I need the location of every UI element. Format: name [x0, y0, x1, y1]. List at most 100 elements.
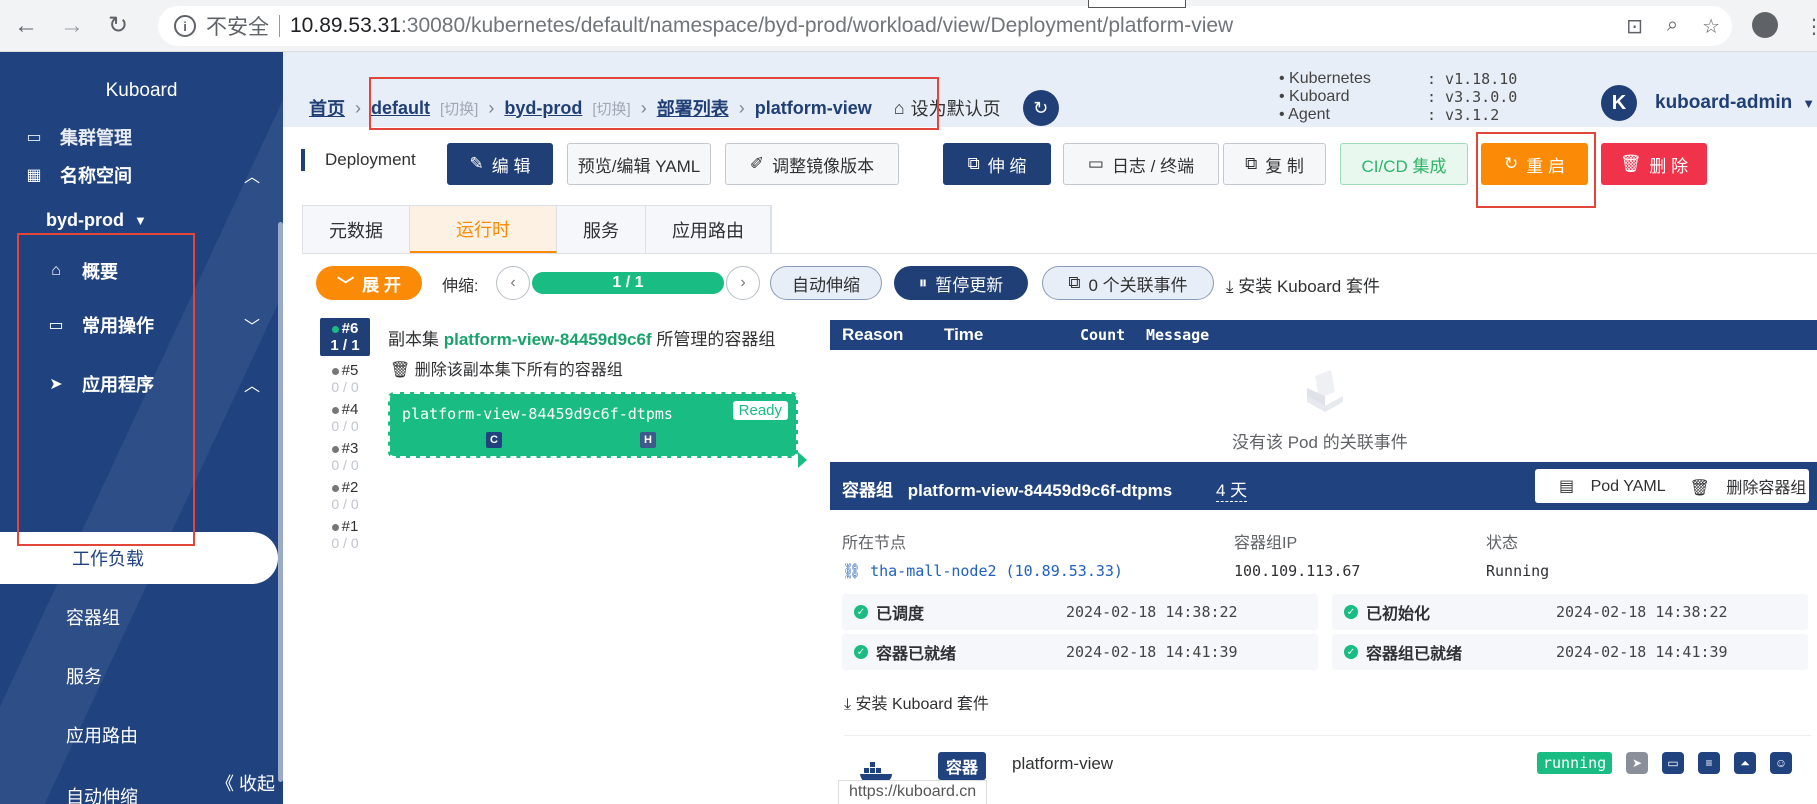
sidebar: Kuboard ▭ 集群管理 ▦ 名称空间 ︿ byd-prod ▼ ⌂ 概要 … [0, 52, 283, 804]
column-count: Count [1080, 326, 1126, 344]
breadcrumb-cluster[interactable]: default [371, 98, 430, 119]
profile-icon[interactable] [1752, 12, 1778, 38]
delete-replicaset-pods-link[interactable]: 🗑 删除该副本集下所有的容器组 [390, 356, 623, 380]
resource-kind: Deployment [301, 149, 416, 171]
user-menu[interactable]: K kuboard-admin ▼ [1601, 85, 1815, 121]
sidebar-scrollbar[interactable] [278, 222, 283, 782]
sidebar-item-common-ops[interactable]: ▭ 常用操作 ﹀ [46, 312, 260, 338]
decrease-replicas-button[interactable]: ‹ [496, 266, 530, 300]
runtime-controls: ﹀ 展 开 伸缩: ‹ 1 / 1 › 自动伸缩 ⏸ 暂停更新 ⧉ 0 个关联事件 ⤓… [302, 262, 1817, 304]
health-badge[interactable]: H [640, 432, 656, 448]
adjust-image-button[interactable]: ✐ 调整镜像版本 [725, 143, 899, 185]
zoom-icon[interactable]: ⌕ [1667, 14, 1678, 39]
breadcrumb-separator-icon: › [488, 97, 495, 118]
sidebar-item-cluster-mgmt[interactable]: ▭ 集群管理 [24, 124, 132, 150]
sidebar-item-label: 常用操作 [82, 316, 154, 336]
terminal-icon[interactable]: ▭ [1662, 752, 1684, 774]
revision-item[interactable]: #3 0 / 0 [320, 441, 370, 474]
tab-metadata[interactable]: 元数据 [303, 206, 410, 253]
version-value: : v3.1.2 [1427, 106, 1500, 124]
revision-item[interactable]: #4 0 / 0 [320, 402, 370, 435]
column-reason: Reason [842, 325, 904, 344]
sidebar-section-namespace[interactable]: ▦ 名称空间 ︿ [24, 162, 260, 188]
detail-tabs: 元数据 运行时 服务 应用路由 [302, 205, 772, 254]
container-badge[interactable]: C [486, 432, 502, 448]
restart-button[interactable]: ↻ 重 启 [1481, 143, 1588, 185]
refresh-icon[interactable]: ↻ [1022, 90, 1059, 126]
status-bar-url: https://kuboard.cn [838, 780, 988, 804]
address-bar[interactable]: i 不安全 10.89.53.31:30080/kubernetes/defau… [158, 6, 1732, 46]
revision-label: #2 [320, 480, 370, 496]
revision-item[interactable]: #1 0 / 0 [320, 519, 370, 552]
sidebar-item-autoscale[interactable]: 自动伸缩 [66, 783, 138, 804]
tab-runtime[interactable]: 运行时 [410, 206, 557, 253]
security-icon[interactable]: ☺ [1770, 752, 1792, 774]
sidebar-collapse-button[interactable]: 《 收起 [216, 770, 275, 796]
sidebar-item-label: 集群管理 [60, 128, 132, 148]
pod-info-panel: 所在节点 容器组IP 状态 ⛓ tha-mall-node2 (10.89.53… [830, 510, 1817, 804]
cicd-button[interactable]: CI/CD 集成 [1340, 143, 1468, 185]
revision-count: 0 / 0 [331, 457, 359, 473]
yaml-button[interactable]: 预览/编辑 YAML [567, 143, 711, 185]
breadcrumb-deploy-list[interactable]: 部署列表 [657, 95, 729, 121]
logs-icon[interactable]: ≡ [1698, 752, 1720, 774]
no-events-message: 没有该 Pod 的关联事件 [1232, 433, 1408, 452]
breadcrumb: 首页 › default [切换] › byd-prod [切换] › 部署列表… [309, 90, 1059, 126]
expand-button[interactable]: ﹀ 展 开 [316, 266, 422, 300]
switch-namespace-link[interactable]: [切换] [592, 98, 630, 119]
sidebar-item-ingress[interactable]: 应用路由 [66, 722, 138, 748]
tab-services[interactable]: 服务 [557, 206, 646, 253]
pause-rollout-button[interactable]: ⏸ 暂停更新 [894, 266, 1028, 300]
sidebar-item-services[interactable]: 服务 [66, 663, 102, 689]
bookmark-star-icon[interactable]: ☆ [1702, 14, 1720, 39]
back-icon[interactable]: ← [6, 6, 46, 46]
edit-button[interactable]: ✎ 编 辑 [447, 143, 553, 185]
adjust-image-label: 调整镜像版本 [772, 156, 875, 176]
revision-item[interactable]: #2 0 / 0 [320, 480, 370, 513]
install-kuboard-link[interactable]: ⤓ 安装 Kuboard 套件 [844, 690, 989, 714]
breadcrumb-separator-icon: › [355, 97, 361, 118]
info-icon[interactable]: i [174, 15, 196, 37]
status-value: Running [1486, 562, 1550, 580]
sidebar-item-pods[interactable]: 容器组 [66, 604, 120, 630]
autoscale-button[interactable]: 自动伸缩 [770, 266, 882, 300]
delete-button[interactable]: 🗑 删 除 [1601, 143, 1707, 185]
tab-ingress[interactable]: 应用路由 [646, 206, 771, 253]
delete-pod-button[interactable]: 🗑 删除容器组 [1678, 474, 1807, 498]
breadcrumb-home[interactable]: 首页 [309, 95, 345, 121]
namespace-selector[interactable]: byd-prod ▼ [46, 210, 147, 231]
scale-button[interactable]: ⧉ 伸 缩 [943, 143, 1051, 185]
container-row: 容器 platform-view running ➤ ▭ ≡ ⏶ ☺ [844, 735, 1811, 795]
events-table-header: Reason Time Count Message [830, 320, 1817, 350]
column-time: Time [944, 325, 984, 344]
pod-card[interactable]: platform-view-84459d9c6f-dtpms Ready C H [388, 392, 798, 458]
translate-icon[interactable]: ⊡ [1626, 14, 1643, 39]
replicaset-revisions: #6 1 / 1 #5 0 / 0 #4 0 / 0 #3 0 / 0 #2 0… [320, 318, 370, 551]
upload-icon[interactable]: ⏶ [1734, 752, 1756, 774]
replicaset-name[interactable]: platform-view-84459d9c6f [444, 330, 652, 349]
sidebar-item-apps[interactable]: ➤ 应用程序 ︿ [46, 371, 260, 397]
node-link[interactable]: ⛓ tha-mall-node2 (10.89.53.33) [842, 562, 1123, 580]
pod-yaml-button[interactable]: ▤ Pod YAML [1547, 476, 1666, 496]
switch-cluster-link[interactable]: [切换] [440, 98, 478, 119]
forward-icon[interactable]: → [52, 6, 92, 46]
status-dot-icon [331, 367, 339, 375]
replica-count: 1 / 1 [532, 272, 724, 294]
revision-current[interactable]: #6 1 / 1 [320, 318, 370, 356]
send-icon[interactable]: ➤ [1626, 752, 1648, 774]
revision-item[interactable]: #5 0 / 0 [320, 363, 370, 396]
related-events-button[interactable]: ⧉ 0 个关联事件 [1042, 266, 1214, 300]
status-dot-icon [331, 484, 339, 492]
install-kuboard-link[interactable]: ⤓ 安装 Kuboard 套件 [1226, 272, 1380, 297]
menu-icon[interactable]: ⋮ [1804, 14, 1817, 39]
breadcrumb-namespace[interactable]: byd-prod [504, 98, 582, 119]
sidebar-item-overview[interactable]: ⌂ 概要 [46, 258, 118, 284]
sidebar-item-workloads[interactable]: 工作负载 [0, 532, 278, 584]
increase-replicas-button[interactable]: › [726, 266, 760, 300]
reload-icon[interactable]: ↻ [98, 6, 138, 46]
set-default-link[interactable]: ⌂ 设为默认页 [894, 95, 1001, 121]
copy-button[interactable]: ⧉ 复 制 [1223, 143, 1326, 185]
logs-terminal-button[interactable]: ▭ 日志 / 终端 [1063, 143, 1219, 185]
monitor-icon: ▭ [1087, 154, 1104, 173]
version-row: • Agent: v3.1.2 [1279, 106, 1517, 124]
